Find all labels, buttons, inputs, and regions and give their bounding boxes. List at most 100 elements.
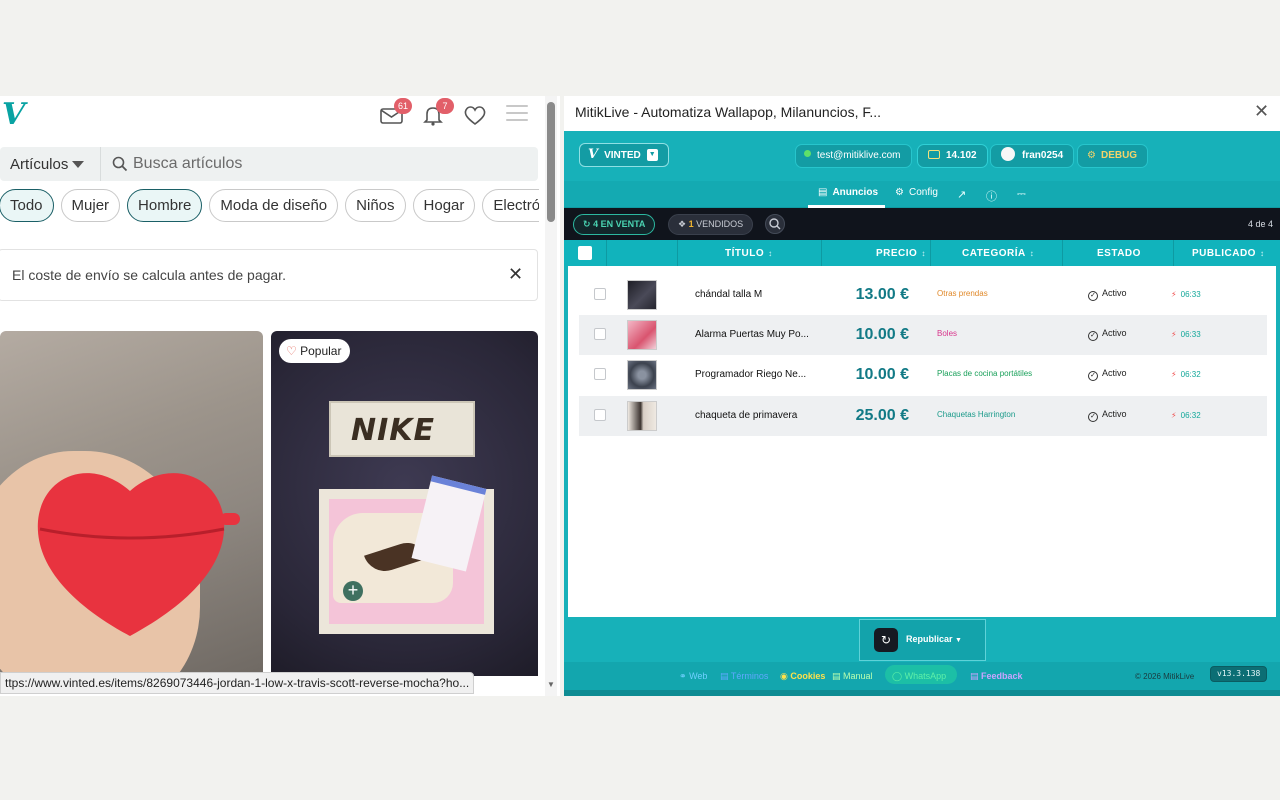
heart-icon[interactable] xyxy=(463,104,487,126)
close-icon[interactable]: ✕ xyxy=(1254,101,1269,122)
search-input[interactable] xyxy=(133,154,523,174)
chip-todo[interactable]: Todo xyxy=(0,189,54,222)
account-email[interactable]: test@mitiklive.com xyxy=(795,144,912,168)
external-link-icon[interactable]: ↗ xyxy=(957,188,966,201)
bug-icon: ⚙ xyxy=(1087,150,1096,161)
chevron-down-icon[interactable] xyxy=(72,161,84,168)
menu-icon[interactable] xyxy=(506,105,528,123)
item-card-sneakers[interactable]: NIKE + ♡ Popular xyxy=(271,331,538,676)
result-count: 4 de 4 xyxy=(1248,219,1274,229)
online-status-icon xyxy=(804,150,811,157)
window-bottom-edge xyxy=(564,690,1280,696)
debug-button[interactable]: ⚙ DEBUG xyxy=(1077,144,1149,168)
user-badge[interactable]: fran0254 xyxy=(990,144,1075,168)
item-state-label: Activo xyxy=(1102,328,1127,338)
scroll-down-arrow-icon[interactable]: ▼ xyxy=(547,680,555,689)
filter-bar: ↻ 4 EN VENTA ❖ 1 VENDIDOS 4 de 4 xyxy=(564,208,1280,240)
credits-badge[interactable]: 14.102 xyxy=(917,144,988,168)
mitik-titlebar: MitikLive - Automatiza Wallapop, Milanun… xyxy=(564,96,1280,131)
listings-table: chándal talla M 13.00 € Otras prendas ✓ A… xyxy=(568,266,1276,617)
check-circle-icon: ✓ xyxy=(1088,412,1098,422)
footer-link-terms[interactable]: ▤ Términos xyxy=(720,671,768,682)
item-published-time: ⚡ 06:33 xyxy=(1171,290,1201,299)
row-checkbox[interactable] xyxy=(594,328,606,340)
item-thumbnail[interactable] xyxy=(627,280,657,310)
item-published-time: ⚡ 06:32 xyxy=(1171,370,1201,379)
table-row[interactable]: chándal talla M 13.00 € Otras prendas ✓ A… xyxy=(579,275,1267,315)
item-title[interactable]: Programador Riego Ne... xyxy=(695,369,806,380)
row-checkbox[interactable] xyxy=(594,288,606,300)
clipboard-icon: ▤ xyxy=(970,671,979,681)
item-state: ✓ Activo xyxy=(1088,409,1127,422)
column-title[interactable]: TÍTULO ↕ xyxy=(725,248,773,259)
item-state-label: Activo xyxy=(1102,288,1127,298)
search-icon[interactable] xyxy=(765,214,785,234)
item-category: Placas de cocina portátiles xyxy=(937,369,1033,378)
chip-hombre[interactable]: Hombre xyxy=(127,189,203,222)
select-all-checkbox[interactable] xyxy=(578,246,592,260)
item-price: 10.00 € xyxy=(855,366,909,383)
tab-config[interactable]: ⚙ Config xyxy=(895,187,938,198)
item-card-heart-case[interactable] xyxy=(0,331,263,676)
platform-select[interactable]: V VINTED ▼ xyxy=(579,143,669,167)
filter-on-sale[interactable]: ↻ 4 EN VENTA xyxy=(573,214,656,235)
table-row[interactable]: Programador Riego Ne... 10.00 € Placas d… xyxy=(579,355,1267,395)
chip-mujer[interactable]: Mujer xyxy=(60,189,121,222)
item-title[interactable]: chándal talla M xyxy=(695,289,762,300)
column-price[interactable]: PRECIO ↕ xyxy=(876,248,926,259)
filter-sold[interactable]: ❖ 1 VENDIDOS xyxy=(668,214,754,235)
globe-icon: ⚭ xyxy=(679,671,687,681)
bolt-icon: ⚡ xyxy=(1171,330,1177,339)
sort-icon: ↕ xyxy=(921,249,926,258)
chevron-down-icon[interactable]: ▼ xyxy=(646,149,658,162)
item-price: 25.00 € xyxy=(855,407,909,424)
category-select[interactable]: Artículos xyxy=(10,156,68,173)
chip-electronica[interactable]: Electrón xyxy=(482,189,539,222)
filter-on-sale-label: 4 EN VENTA xyxy=(593,219,646,229)
column-published[interactable]: PUBLICADO ↕ xyxy=(1192,248,1264,259)
book-icon: ▤ xyxy=(832,671,841,681)
sort-icon: ↕ xyxy=(1029,249,1035,258)
column-category[interactable]: CATEGORÍA ↕ xyxy=(962,248,1034,259)
chip-hogar[interactable]: Hogar xyxy=(412,189,476,222)
tab-anuncios[interactable]: ▤ Anuncios xyxy=(818,187,878,198)
cookie-icon: ◉ xyxy=(780,671,788,681)
chip-ninos[interactable]: Niños xyxy=(345,189,406,222)
footer-link-cookies[interactable]: ◉ Cookies xyxy=(780,671,825,682)
vinted-logo-icon: V xyxy=(588,147,599,162)
row-checkbox[interactable] xyxy=(594,368,606,380)
close-icon[interactable]: ✕ xyxy=(508,264,523,285)
plus-icon[interactable]: + xyxy=(343,581,363,601)
shipping-notice-text: El coste de envío se calcula antes de pa… xyxy=(12,267,286,283)
footer-link-web[interactable]: ⚭ Web xyxy=(679,671,707,682)
column-divider xyxy=(821,240,822,266)
footer-link-feedback[interactable]: ▤ Feedback xyxy=(970,671,1023,682)
item-title[interactable]: chaqueta de primavera xyxy=(695,410,797,421)
column-state[interactable]: ESTADO xyxy=(1097,248,1141,259)
item-thumbnail[interactable] xyxy=(627,320,657,350)
item-thumbnail[interactable] xyxy=(627,401,657,431)
help-icon[interactable]: ⓘ xyxy=(986,188,997,204)
inbox-icon[interactable]: 61 xyxy=(380,98,412,126)
vinted-logo[interactable]: V xyxy=(2,100,25,130)
table-row[interactable]: Alarma Puertas Muy Po... 10.00 € Boles ✓… xyxy=(579,315,1267,355)
row-checkbox[interactable] xyxy=(594,409,606,421)
avatar xyxy=(1001,147,1015,161)
screen: V 61 7 ▼ Artículos TodoMujerHo xyxy=(0,0,1280,800)
item-state: ✓ Activo xyxy=(1088,288,1127,301)
chip-moda-de-diseno[interactable]: Moda de diseño xyxy=(209,189,339,222)
search-bar: Artículos xyxy=(0,147,538,181)
table-row[interactable]: chaqueta de primavera 25.00 € Chaquetas … xyxy=(579,396,1267,436)
item-title[interactable]: Alarma Puertas Muy Po... xyxy=(695,329,809,340)
footer-link-whatsapp[interactable]: ◯ WhatsApp xyxy=(892,671,946,682)
popular-badge: ♡ Popular xyxy=(279,339,351,363)
item-time-label: 06:32 xyxy=(1180,411,1201,420)
vinted-scrollbar-thumb[interactable] xyxy=(547,102,555,222)
gear-icon: ⚙ xyxy=(895,187,904,198)
footer-link-manual[interactable]: ▤ Manual xyxy=(832,671,873,682)
item-thumbnail[interactable] xyxy=(627,360,657,390)
republish-button[interactable]: ↻ Republicar ▼ xyxy=(859,619,986,661)
lock-icon[interactable]: ⎓ xyxy=(1017,188,1026,201)
bell-icon[interactable]: 7 xyxy=(422,98,454,126)
bottom-panel: ↻ Republicar ▼ ⚭ Web ▤ Términos ◉ Cookie… xyxy=(564,617,1280,696)
